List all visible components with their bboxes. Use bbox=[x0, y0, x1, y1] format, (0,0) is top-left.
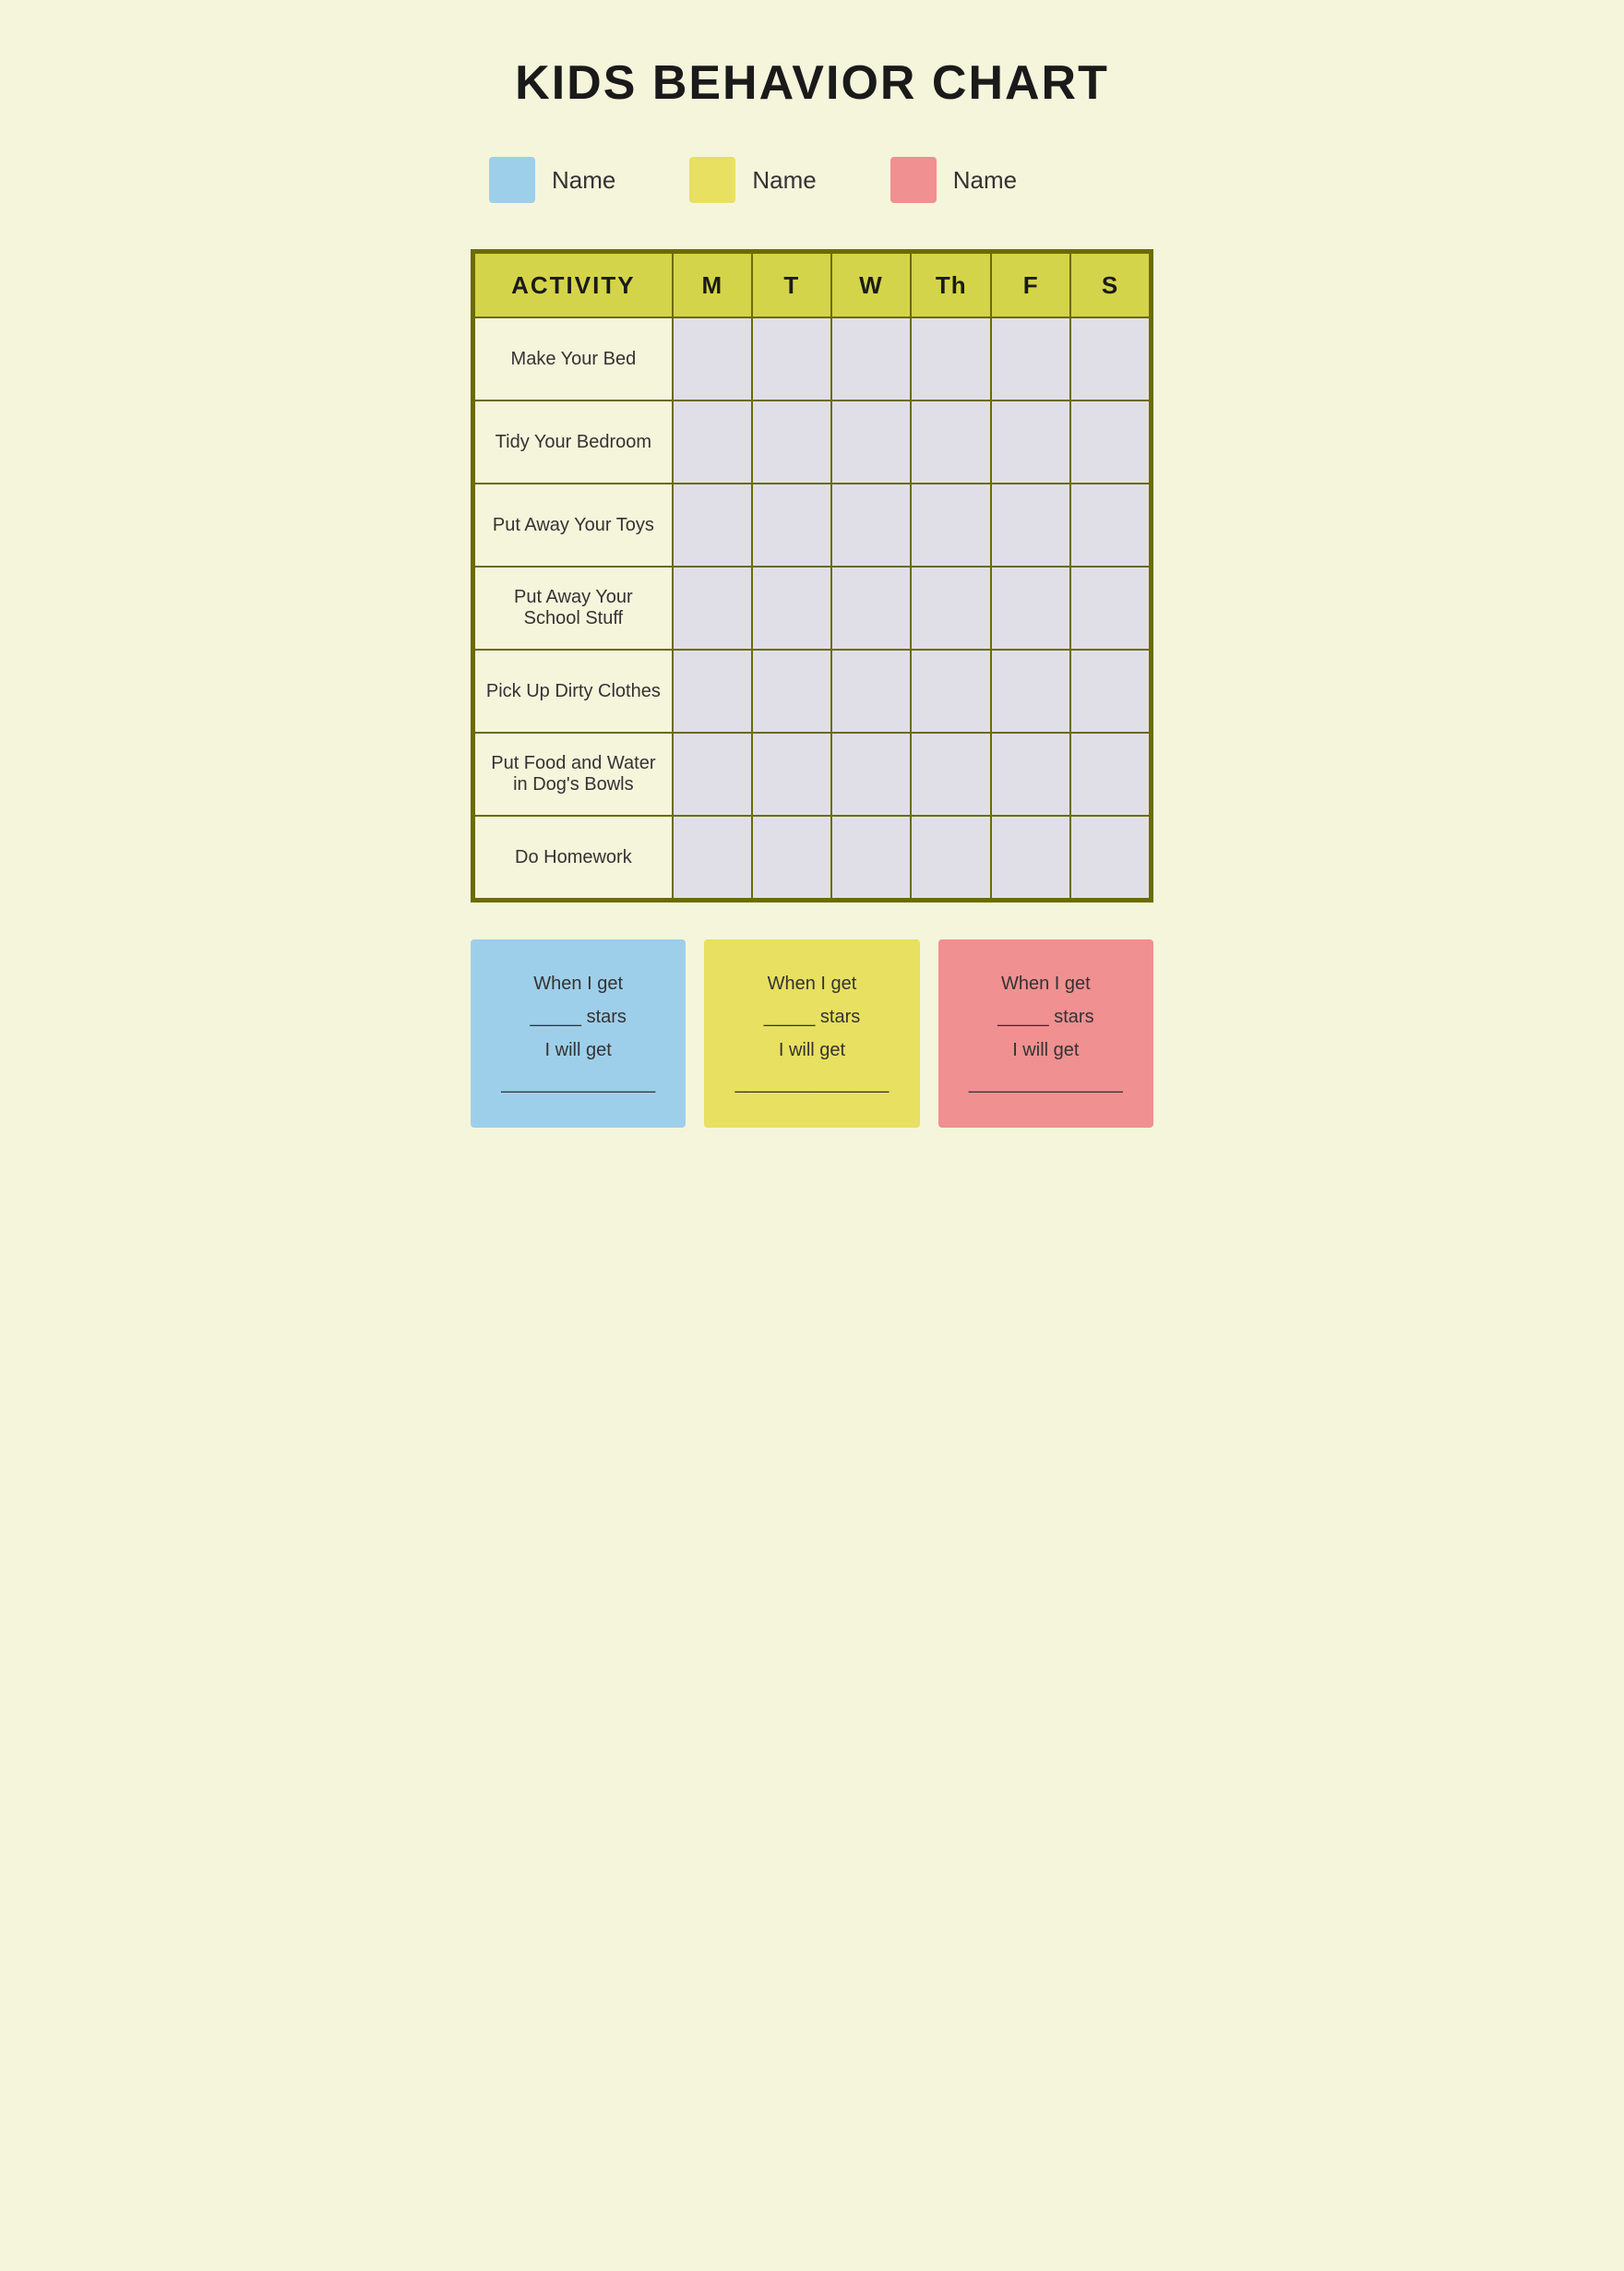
reward-line3-1: I will get bbox=[722, 1034, 901, 1067]
reward-line1-0: When I get bbox=[489, 967, 667, 1000]
table-row: Do Homework bbox=[474, 816, 1150, 899]
legend-label-0: Name bbox=[552, 166, 615, 195]
cell-4-w[interactable] bbox=[831, 650, 911, 733]
cell-5-t[interactable] bbox=[752, 733, 831, 816]
reward-line1-1: When I get bbox=[722, 967, 901, 1000]
activity-label-2: Put Away Your Toys bbox=[474, 484, 673, 567]
legend-color-1 bbox=[689, 157, 735, 203]
cell-6-th[interactable] bbox=[911, 816, 991, 899]
table-row: Tidy Your Bedroom bbox=[474, 400, 1150, 484]
activity-label-0: Make Your Bed bbox=[474, 317, 673, 400]
cell-4-s[interactable] bbox=[1070, 650, 1150, 733]
cell-2-s[interactable] bbox=[1070, 484, 1150, 567]
cell-5-th[interactable] bbox=[911, 733, 991, 816]
header-day-s: S bbox=[1070, 253, 1150, 317]
behavior-table: ACTIVITY MTWThFS Make Your BedTidy Your … bbox=[473, 252, 1151, 900]
cell-2-w[interactable] bbox=[831, 484, 911, 567]
legend-label-2: Name bbox=[953, 166, 1017, 195]
table-row: Make Your Bed bbox=[474, 317, 1150, 400]
reward-line4-0: _______________ bbox=[489, 1067, 667, 1100]
cell-3-th[interactable] bbox=[911, 567, 991, 650]
cell-0-th[interactable] bbox=[911, 317, 991, 400]
legend-item-0: Name bbox=[489, 157, 615, 203]
activity-label-1: Tidy Your Bedroom bbox=[474, 400, 673, 484]
cell-3-t[interactable] bbox=[752, 567, 831, 650]
activity-label-6: Do Homework bbox=[474, 816, 673, 899]
cell-2-m[interactable] bbox=[673, 484, 752, 567]
cell-3-f[interactable] bbox=[991, 567, 1070, 650]
legend-item-1: Name bbox=[689, 157, 816, 203]
reward-line1-2: When I get bbox=[957, 967, 1135, 1000]
page: KIDS BEHAVIOR CHART Name Name Name ACTIV… bbox=[406, 0, 1218, 1183]
cell-4-m[interactable] bbox=[673, 650, 752, 733]
reward-line2-0: _____ stars bbox=[489, 1000, 667, 1034]
cell-6-m[interactable] bbox=[673, 816, 752, 899]
table-row: Pick Up Dirty Clothes bbox=[474, 650, 1150, 733]
legend-color-0 bbox=[489, 157, 535, 203]
header-day-th: Th bbox=[911, 253, 991, 317]
reward-line4-2: _______________ bbox=[957, 1067, 1135, 1100]
cell-0-t[interactable] bbox=[752, 317, 831, 400]
cell-1-w[interactable] bbox=[831, 400, 911, 484]
legend: Name Name Name bbox=[471, 157, 1153, 203]
cell-1-f[interactable] bbox=[991, 400, 1070, 484]
table-body: Make Your BedTidy Your BedroomPut Away Y… bbox=[474, 317, 1150, 899]
header-day-m: M bbox=[673, 253, 752, 317]
cell-5-s[interactable] bbox=[1070, 733, 1150, 816]
cell-6-s[interactable] bbox=[1070, 816, 1150, 899]
reward-line2-1: _____ stars bbox=[722, 1000, 901, 1034]
cell-3-w[interactable] bbox=[831, 567, 911, 650]
activity-label-5: Put Food and Water in Dog's Bowls bbox=[474, 733, 673, 816]
cell-3-s[interactable] bbox=[1070, 567, 1150, 650]
cell-4-t[interactable] bbox=[752, 650, 831, 733]
legend-label-1: Name bbox=[752, 166, 816, 195]
cell-6-t[interactable] bbox=[752, 816, 831, 899]
cell-4-f[interactable] bbox=[991, 650, 1070, 733]
activity-label-3: Put Away Your School Stuff bbox=[474, 567, 673, 650]
cell-0-f[interactable] bbox=[991, 317, 1070, 400]
legend-color-2 bbox=[890, 157, 937, 203]
header-day-w: W bbox=[831, 253, 911, 317]
cell-2-f[interactable] bbox=[991, 484, 1070, 567]
reward-card-1: When I get _____ stars I will get ______… bbox=[704, 939, 919, 1128]
cell-2-t[interactable] bbox=[752, 484, 831, 567]
reward-line3-0: I will get bbox=[489, 1034, 667, 1067]
reward-section: When I get _____ stars I will get ______… bbox=[471, 939, 1153, 1128]
cell-0-w[interactable] bbox=[831, 317, 911, 400]
cell-6-w[interactable] bbox=[831, 816, 911, 899]
reward-line4-1: _______________ bbox=[722, 1067, 901, 1100]
table-row: Put Away Your School Stuff bbox=[474, 567, 1150, 650]
reward-card-2: When I get _____ stars I will get ______… bbox=[938, 939, 1153, 1128]
page-title: KIDS BEHAVIOR CHART bbox=[515, 55, 1109, 111]
table-row: Put Food and Water in Dog's Bowls bbox=[474, 733, 1150, 816]
table-header-row: ACTIVITY MTWThFS bbox=[474, 253, 1150, 317]
header-day-f: F bbox=[991, 253, 1070, 317]
table-row: Put Away Your Toys bbox=[474, 484, 1150, 567]
header-day-t: T bbox=[752, 253, 831, 317]
reward-line3-2: I will get bbox=[957, 1034, 1135, 1067]
cell-1-th[interactable] bbox=[911, 400, 991, 484]
cell-0-m[interactable] bbox=[673, 317, 752, 400]
cell-5-m[interactable] bbox=[673, 733, 752, 816]
cell-5-w[interactable] bbox=[831, 733, 911, 816]
cell-1-m[interactable] bbox=[673, 400, 752, 484]
cell-1-s[interactable] bbox=[1070, 400, 1150, 484]
header-activity: ACTIVITY bbox=[474, 253, 673, 317]
behavior-table-wrapper: ACTIVITY MTWThFS Make Your BedTidy Your … bbox=[471, 249, 1153, 902]
cell-0-s[interactable] bbox=[1070, 317, 1150, 400]
cell-1-t[interactable] bbox=[752, 400, 831, 484]
cell-6-f[interactable] bbox=[991, 816, 1070, 899]
cell-5-f[interactable] bbox=[991, 733, 1070, 816]
reward-card-0: When I get _____ stars I will get ______… bbox=[471, 939, 686, 1128]
cell-3-m[interactable] bbox=[673, 567, 752, 650]
reward-line2-2: _____ stars bbox=[957, 1000, 1135, 1034]
cell-2-th[interactable] bbox=[911, 484, 991, 567]
activity-label-4: Pick Up Dirty Clothes bbox=[474, 650, 673, 733]
legend-item-2: Name bbox=[890, 157, 1017, 203]
cell-4-th[interactable] bbox=[911, 650, 991, 733]
